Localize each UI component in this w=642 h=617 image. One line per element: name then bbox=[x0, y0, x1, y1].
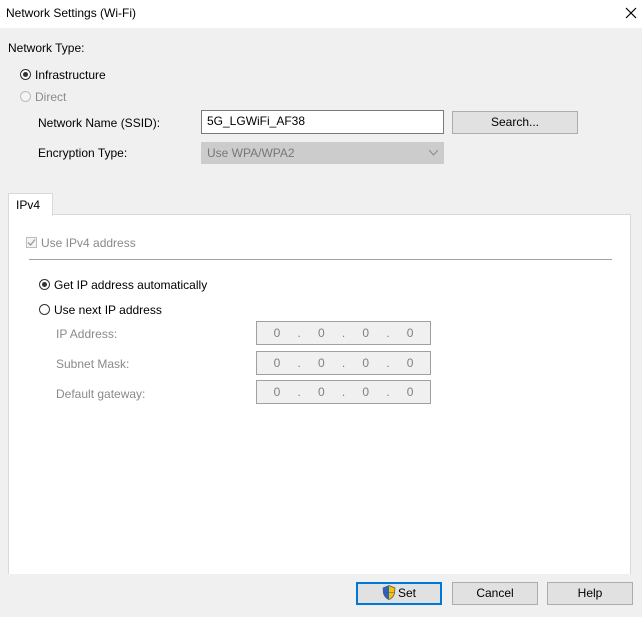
default-gateway-field: 0. 0. 0. 0 bbox=[256, 380, 431, 404]
ssid-input[interactable]: 5G_LGWiFi_AF38 bbox=[201, 110, 444, 134]
shield-icon bbox=[382, 585, 396, 600]
chevron-down-icon bbox=[429, 150, 438, 156]
checkmark-icon bbox=[27, 239, 36, 246]
octet: 0 bbox=[406, 326, 414, 340]
cancel-button[interactable]: Cancel bbox=[452, 582, 538, 605]
default-gateway-label: Default gateway: bbox=[56, 387, 146, 401]
encryption-value: Use WPA/WPA2 bbox=[207, 146, 295, 160]
tab-ipv4[interactable]: IPv4 bbox=[8, 193, 53, 216]
ssid-label: Network Name (SSID): bbox=[38, 116, 161, 130]
set-button-label: Set bbox=[398, 586, 417, 600]
use-ipv4-label: Use IPv4 address bbox=[41, 236, 136, 250]
octet: 0 bbox=[362, 326, 370, 340]
infrastructure-radio[interactable] bbox=[20, 69, 31, 80]
encryption-select: Use WPA/WPA2 bbox=[201, 142, 444, 164]
direct-radio bbox=[20, 91, 31, 102]
infrastructure-label: Infrastructure bbox=[35, 68, 106, 82]
octet: 0 bbox=[317, 326, 325, 340]
octet: 0 bbox=[406, 356, 414, 370]
divider bbox=[29, 259, 612, 260]
encryption-label: Encryption Type: bbox=[38, 146, 128, 160]
octet: 0 bbox=[406, 385, 414, 399]
help-button[interactable]: Help bbox=[547, 582, 633, 605]
search-button[interactable]: Search... bbox=[452, 111, 578, 134]
direct-label: Direct bbox=[35, 90, 67, 104]
octet: 0 bbox=[273, 326, 281, 340]
set-button[interactable]: Set bbox=[356, 582, 442, 605]
subnet-mask-field: 0. 0. 0. 0 bbox=[256, 351, 431, 375]
network-type-label: Network Type: bbox=[8, 41, 85, 55]
subnet-mask-label: Subnet Mask: bbox=[56, 357, 130, 371]
auto-ip-radio[interactable] bbox=[39, 279, 50, 290]
ip-address-field: 0. 0. 0. 0 bbox=[256, 321, 431, 345]
window-title: Network Settings (Wi-Fi) bbox=[6, 6, 137, 20]
octet: 0 bbox=[273, 385, 281, 399]
tab-ipv4-label: IPv4 bbox=[16, 198, 41, 212]
octet: 0 bbox=[362, 385, 370, 399]
auto-ip-label: Get IP address automatically bbox=[54, 278, 208, 292]
octet: 0 bbox=[317, 385, 325, 399]
ip-address-label: IP Address: bbox=[56, 327, 118, 341]
octet: 0 bbox=[317, 356, 325, 370]
use-ipv4-checkbox bbox=[26, 237, 37, 248]
octet: 0 bbox=[273, 356, 281, 370]
close-icon[interactable] bbox=[622, 3, 640, 23]
octet: 0 bbox=[362, 356, 370, 370]
manual-ip-label: Use next IP address bbox=[54, 303, 162, 317]
manual-ip-radio[interactable] bbox=[39, 304, 50, 315]
